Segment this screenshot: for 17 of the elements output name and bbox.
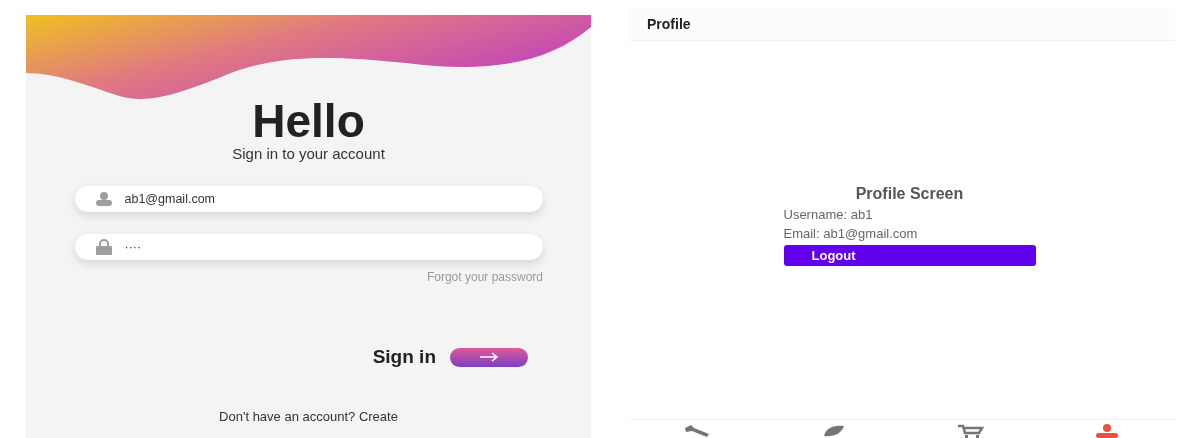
person-icon[interactable] — [1093, 424, 1120, 438]
person-icon — [94, 192, 113, 206]
subtitle: Sign in to your account — [232, 145, 385, 162]
greeting-title: Hello — [252, 95, 365, 147]
leaf-icon[interactable] — [822, 424, 847, 438]
cart-icon[interactable] — [956, 424, 985, 438]
logout-button[interactable]: Logout — [783, 245, 1036, 266]
arrow-right-icon — [479, 352, 499, 362]
password-field[interactable]: ···· — [74, 234, 543, 260]
lock-icon — [94, 239, 113, 255]
profile-heading: Profile Screen — [855, 185, 964, 203]
email-field[interactable]: ab1@gmail.com — [74, 186, 543, 212]
sign-in-label: Sign in — [372, 346, 436, 368]
username-text: Username: ab1 — [783, 207, 873, 222]
signup-prompt[interactable]: Don't have an account? Create — [219, 409, 398, 424]
email-text: Email: ab1@gmail.com — [783, 226, 918, 241]
sign-in-button[interactable] — [450, 347, 528, 367]
